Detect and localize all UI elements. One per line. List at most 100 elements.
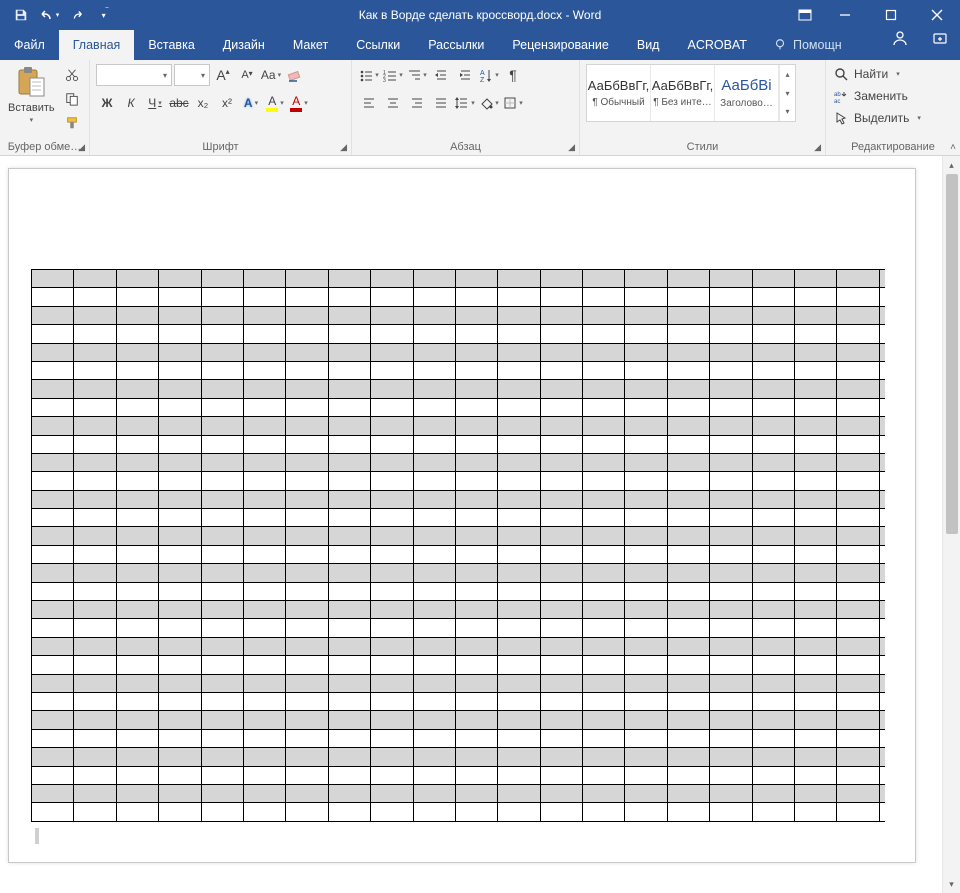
table-cell[interactable] — [583, 711, 625, 729]
table-cell[interactable] — [243, 343, 285, 361]
table-cell[interactable] — [710, 472, 752, 490]
table-cell[interactable] — [837, 325, 879, 343]
table-cell[interactable] — [498, 803, 540, 821]
table-cell[interactable] — [498, 490, 540, 508]
table-cell[interactable] — [667, 656, 709, 674]
table-cell[interactable] — [710, 509, 752, 527]
table-cell[interactable] — [455, 582, 497, 600]
table-cell[interactable] — [371, 509, 413, 527]
table-cell[interactable] — [667, 601, 709, 619]
table-cell[interactable] — [710, 270, 752, 288]
table-cell[interactable] — [413, 380, 455, 398]
table-cell[interactable] — [498, 509, 540, 527]
table-cell[interactable] — [752, 766, 794, 784]
table-cell[interactable] — [540, 398, 582, 416]
table-cell[interactable] — [667, 748, 709, 766]
table-cell[interactable] — [74, 472, 116, 490]
table-cell[interactable] — [32, 637, 74, 655]
table-cell[interactable] — [540, 380, 582, 398]
tab-file[interactable]: Файл — [0, 30, 59, 60]
table-cell[interactable] — [795, 343, 837, 361]
table-cell[interactable] — [371, 361, 413, 379]
table-cell[interactable] — [74, 545, 116, 563]
tab-view[interactable]: Вид — [623, 30, 674, 60]
table-cell[interactable] — [201, 453, 243, 471]
table-cell[interactable] — [413, 417, 455, 435]
table-cell[interactable] — [752, 784, 794, 802]
table-cell[interactable] — [667, 729, 709, 747]
table-cell[interactable] — [837, 288, 879, 306]
table-cell[interactable] — [32, 288, 74, 306]
table-cell[interactable] — [286, 748, 328, 766]
table-cell[interactable] — [498, 619, 540, 637]
table-cell[interactable] — [625, 784, 667, 802]
tab-layout[interactable]: Макет — [279, 30, 342, 60]
table-cell[interactable] — [583, 545, 625, 563]
table-cell[interactable] — [455, 637, 497, 655]
table-cell[interactable] — [159, 490, 201, 508]
table-cell[interactable] — [498, 306, 540, 324]
table-cell[interactable] — [243, 453, 285, 471]
table-cell[interactable] — [371, 729, 413, 747]
table-cell[interactable] — [667, 692, 709, 710]
table-cell[interactable] — [540, 288, 582, 306]
table-cell[interactable] — [583, 803, 625, 821]
select-button[interactable]: Выделить ▾ — [832, 108, 923, 128]
table-cell[interactable] — [116, 453, 158, 471]
table-cell[interactable] — [540, 803, 582, 821]
table-cell[interactable] — [243, 564, 285, 582]
table-cell[interactable] — [455, 398, 497, 416]
table-cell[interactable] — [540, 270, 582, 288]
table-cell[interactable] — [159, 784, 201, 802]
table-cell[interactable] — [752, 288, 794, 306]
table-cell[interactable] — [371, 766, 413, 784]
table-cell[interactable] — [540, 509, 582, 527]
table-cell[interactable] — [413, 692, 455, 710]
table-cell[interactable] — [795, 509, 837, 527]
table-cell[interactable] — [752, 361, 794, 379]
table-cell[interactable] — [413, 766, 455, 784]
table-cell[interactable] — [625, 343, 667, 361]
table-cell[interactable] — [371, 306, 413, 324]
qat-customize-button[interactable]: ▾‾ — [92, 3, 118, 27]
table-cell[interactable] — [328, 803, 370, 821]
table-cell[interactable] — [201, 288, 243, 306]
table-cell[interactable] — [159, 453, 201, 471]
table-cell[interactable] — [243, 361, 285, 379]
table-cell[interactable] — [583, 766, 625, 784]
table-cell[interactable] — [752, 509, 794, 527]
table-cell[interactable] — [752, 674, 794, 692]
table-cell[interactable] — [413, 711, 455, 729]
table-cell[interactable] — [583, 729, 625, 747]
table-cell[interactable] — [540, 784, 582, 802]
table-cell[interactable] — [32, 748, 74, 766]
table-cell[interactable] — [498, 270, 540, 288]
table-cell[interactable] — [583, 784, 625, 802]
replace-button[interactable]: abac Заменить — [832, 86, 923, 106]
table-cell[interactable] — [371, 398, 413, 416]
table-cell[interactable] — [328, 564, 370, 582]
table-cell[interactable] — [413, 343, 455, 361]
table-cell[interactable] — [328, 784, 370, 802]
table-cell[interactable] — [286, 674, 328, 692]
table-cell[interactable] — [583, 417, 625, 435]
table-cell[interactable] — [243, 601, 285, 619]
table-cell[interactable] — [413, 564, 455, 582]
table-cell[interactable] — [540, 306, 582, 324]
table-cell[interactable] — [455, 361, 497, 379]
table-cell[interactable] — [243, 692, 285, 710]
table-cell[interactable] — [286, 619, 328, 637]
table-cell[interactable] — [371, 564, 413, 582]
table-cell[interactable] — [32, 509, 74, 527]
document-area[interactable] — [0, 156, 942, 893]
table-cell[interactable] — [74, 582, 116, 600]
table-cell[interactable] — [795, 288, 837, 306]
table-cell[interactable] — [795, 453, 837, 471]
table-cell[interactable] — [74, 361, 116, 379]
table-cell[interactable] — [328, 306, 370, 324]
change-case-button[interactable]: Aa — [260, 64, 282, 86]
table-cell[interactable] — [328, 417, 370, 435]
table-cell[interactable] — [540, 674, 582, 692]
table-cell[interactable] — [752, 490, 794, 508]
table-cell[interactable] — [286, 435, 328, 453]
